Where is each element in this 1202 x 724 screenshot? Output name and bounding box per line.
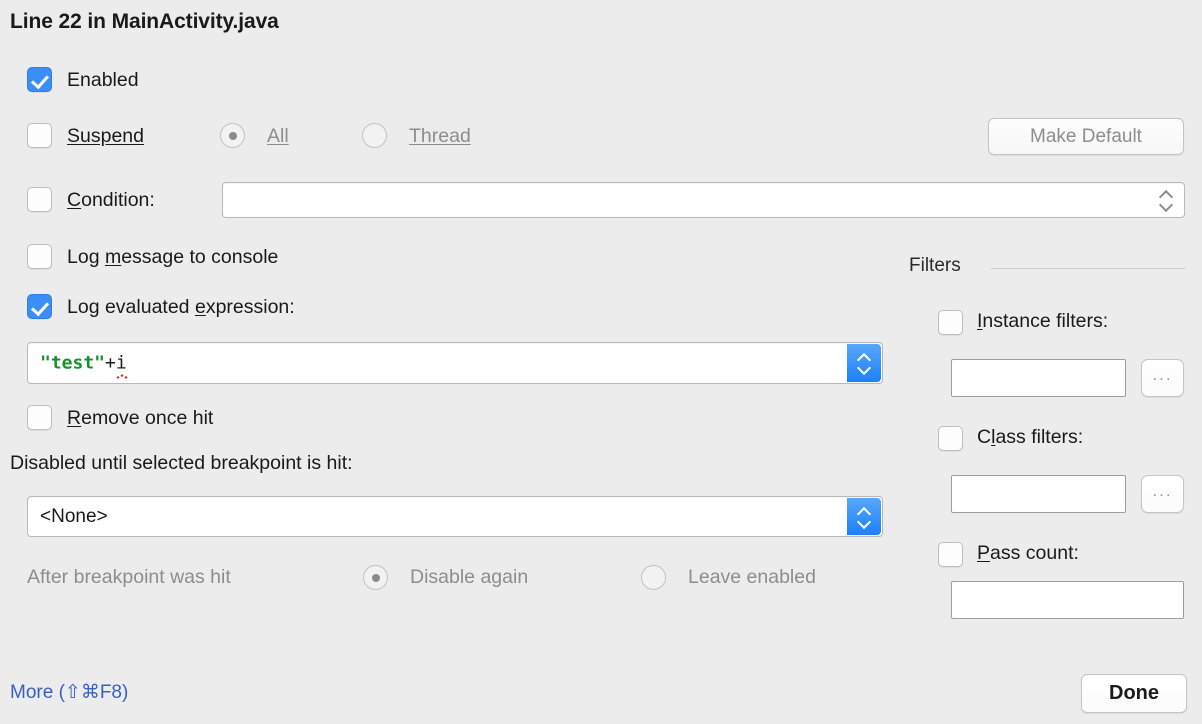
log-expression-value: "test"+i — [40, 353, 127, 374]
log-message-label: Log message to console — [67, 246, 278, 269]
after-hit-label: After breakpoint was hit — [27, 566, 231, 589]
filters-section-title: Filters — [909, 255, 961, 277]
instance-filters-label: Instance filters: — [977, 310, 1108, 333]
pass-count-input[interactable] — [951, 581, 1184, 619]
expression-operator: + — [105, 353, 116, 374]
log-expression-stepper[interactable] — [847, 344, 881, 382]
chevron-up-icon — [858, 508, 871, 515]
disabled-until-value: <None> — [40, 506, 108, 528]
chevron-down-icon — [1160, 202, 1173, 209]
more-link[interactable]: More (⇧⌘F8) — [10, 681, 128, 704]
done-label: Done — [1109, 682, 1159, 705]
condition-stepper[interactable] — [1149, 184, 1183, 216]
filters-section-divider — [991, 268, 1186, 269]
disabled-until-stepper[interactable] — [847, 498, 881, 535]
pass-count-checkbox[interactable] — [938, 542, 963, 567]
disable-again-radio[interactable] — [363, 565, 388, 590]
suspend-all-label: All — [267, 125, 289, 148]
chevron-down-icon — [858, 365, 871, 372]
leave-enabled-radio[interactable] — [641, 565, 666, 590]
instance-filters-browse-button[interactable]: ... — [1141, 359, 1184, 397]
expression-error-token: i — [116, 353, 127, 374]
condition-checkbox[interactable] — [27, 187, 52, 212]
chevron-down-icon — [858, 519, 871, 526]
disabled-until-label: Disabled until selected breakpoint is hi… — [10, 452, 353, 475]
instance-filters-checkbox[interactable] — [938, 310, 963, 335]
remove-once-hit-label: Remove once hit — [67, 407, 213, 430]
make-default-label: Make Default — [1030, 126, 1142, 148]
enabled-label: Enabled — [67, 69, 139, 92]
log-expression-input[interactable]: "test"+i — [27, 342, 883, 384]
class-filters-input[interactable] — [951, 475, 1126, 513]
pass-count-label: Pass count: — [977, 542, 1079, 565]
suspend-label: Suspend — [67, 125, 144, 148]
condition-label: Condition: — [67, 189, 155, 212]
remove-once-hit-checkbox[interactable] — [27, 405, 52, 430]
expression-string-literal: "test" — [40, 353, 105, 374]
enabled-checkbox[interactable] — [27, 67, 52, 92]
ellipsis-icon: ... — [1152, 365, 1172, 385]
class-filters-checkbox[interactable] — [938, 426, 963, 451]
disabled-until-dropdown[interactable]: <None> — [27, 496, 883, 537]
suspend-thread-label: Thread — [409, 125, 471, 148]
suspend-thread-radio[interactable] — [362, 123, 387, 148]
make-default-button[interactable]: Make Default — [988, 118, 1184, 155]
log-message-checkbox[interactable] — [27, 244, 52, 269]
class-filters-browse-button[interactable]: ... — [1141, 475, 1184, 513]
class-filters-label: Class filters: — [977, 426, 1083, 449]
suspend-checkbox[interactable] — [27, 123, 52, 148]
condition-input[interactable] — [222, 182, 1185, 218]
done-button[interactable]: Done — [1081, 674, 1187, 713]
suspend-all-radio[interactable] — [220, 123, 245, 148]
instance-filters-input[interactable] — [951, 359, 1126, 397]
log-expression-checkbox[interactable] — [27, 294, 52, 319]
log-expression-label: Log evaluated expression: — [67, 296, 295, 319]
leave-enabled-label: Leave enabled — [688, 566, 816, 589]
breakpoint-properties-dialog: Line 22 in MainActivity.java Enabled Sus… — [0, 0, 1202, 724]
ellipsis-icon: ... — [1152, 481, 1172, 501]
disable-again-label: Disable again — [410, 566, 528, 589]
page-title: Line 22 in MainActivity.java — [10, 10, 279, 34]
